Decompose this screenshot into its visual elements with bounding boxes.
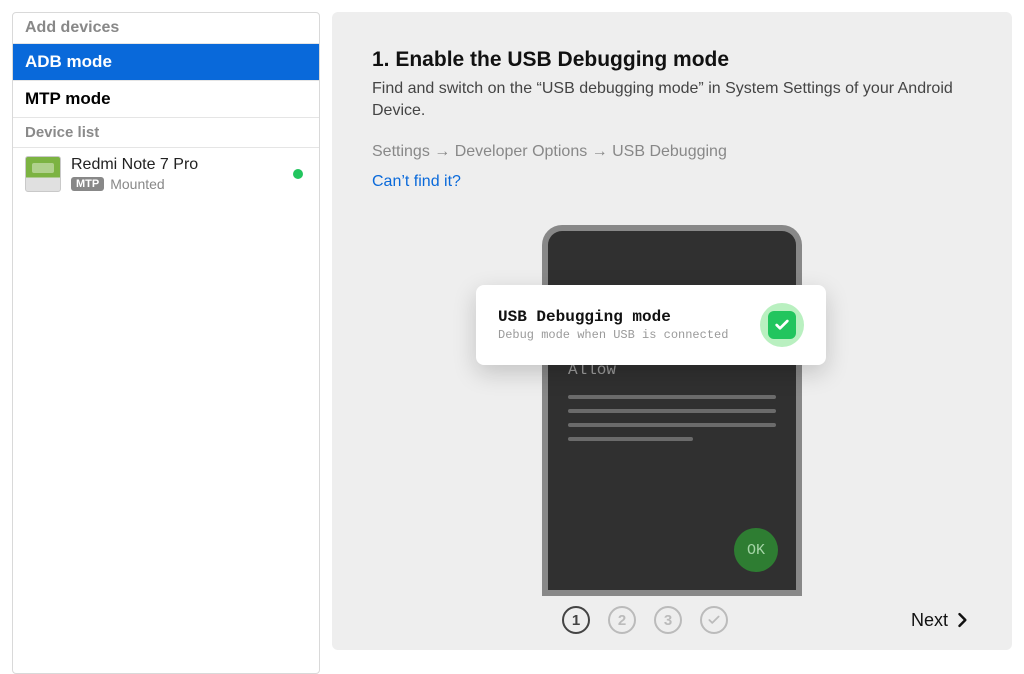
- status-dot-icon: [293, 169, 303, 179]
- phone-text-line-icon: [568, 395, 776, 399]
- device-item[interactable]: Redmi Note 7 Pro MTP Mounted: [13, 148, 319, 200]
- device-text: Redmi Note 7 Pro MTP Mounted: [71, 156, 198, 192]
- mode-adb[interactable]: ADB mode: [13, 44, 319, 81]
- phone-illustration: Allow OK USB Debugging mode Debug mode w…: [372, 215, 972, 596]
- device-name: Redmi Note 7 Pro: [71, 156, 198, 174]
- usb-check-icon: [760, 303, 804, 347]
- device-badge: MTP: [71, 177, 104, 191]
- usb-debugging-card: USB Debugging mode Debug mode when USB i…: [476, 285, 826, 365]
- phone-text-line-icon: [568, 409, 776, 413]
- footer: 1 2 3 Next: [372, 606, 972, 634]
- step-path: Settings → Developer Options → USB Debug…: [372, 143, 972, 161]
- step-2[interactable]: 2: [608, 606, 636, 634]
- phone-frame: Allow OK: [542, 225, 802, 596]
- chevron-right-icon: [952, 610, 972, 630]
- step-description: Find and switch on the “USB debugging mo…: [372, 78, 972, 123]
- main-panel: 1. Enable the USB Debugging mode Find an…: [332, 12, 1012, 650]
- phone-text-line-icon: [568, 437, 693, 441]
- android-device-icon: [25, 156, 61, 192]
- device-status: Mounted: [110, 176, 164, 192]
- usb-card-subtitle: Debug mode when USB is connected: [498, 328, 728, 342]
- phone-ok-button-icon: OK: [734, 528, 778, 572]
- step-1[interactable]: 1: [562, 606, 590, 634]
- next-button[interactable]: Next: [911, 610, 972, 631]
- phone-text-line-icon: [568, 423, 776, 427]
- next-label: Next: [911, 610, 948, 631]
- sidebar: Add devices ADB mode MTP mode Device lis…: [12, 12, 320, 674]
- device-sub: MTP Mounted: [71, 176, 198, 192]
- checkmark-icon: [768, 311, 796, 339]
- usb-card-title: USB Debugging mode: [498, 308, 728, 326]
- device-list-header: Device list: [13, 118, 319, 148]
- step-done[interactable]: [700, 606, 728, 634]
- help-link[interactable]: Can’t find it?: [372, 173, 972, 191]
- step-indicator: 1 2 3: [562, 606, 728, 634]
- usb-card-text: USB Debugging mode Debug mode when USB i…: [498, 308, 728, 342]
- mode-mtp[interactable]: MTP mode: [13, 81, 319, 118]
- sidebar-header: Add devices: [13, 13, 319, 44]
- step-title: 1. Enable the USB Debugging mode: [372, 48, 972, 72]
- step-3[interactable]: 3: [654, 606, 682, 634]
